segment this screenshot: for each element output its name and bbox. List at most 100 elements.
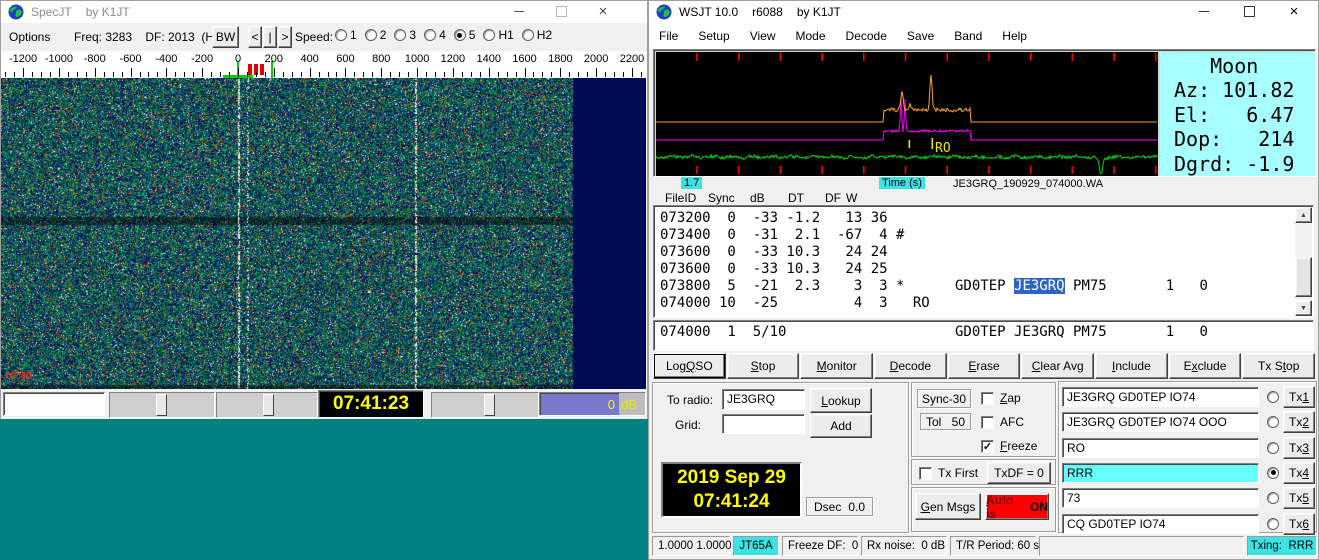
slider-handle[interactable] [263, 394, 274, 416]
menu-view[interactable]: View [740, 23, 786, 49]
decode-text-area[interactable]: 073200 0 -33 -1.2 13 36073400 0 -31 2.1 … [653, 205, 1314, 318]
erase-button[interactable]: Erase [948, 353, 1021, 379]
scroll-right-button[interactable]: > [278, 26, 292, 48]
speed-radio-H2[interactable]: H2 [522, 28, 552, 42]
close-icon[interactable]: × [588, 1, 618, 22]
scroll-up-icon[interactable]: ▲ [1295, 207, 1312, 223]
menu-band[interactable]: Band [944, 23, 992, 49]
clear-avg-button[interactable]: Clear Avg [1021, 353, 1094, 379]
radio-icon[interactable] [394, 29, 406, 41]
exclude-button[interactable]: Exclude [1169, 353, 1242, 379]
tx4-button[interactable]: Tx4 [1283, 462, 1315, 484]
scroll-center-button[interactable]: | [263, 26, 277, 48]
tx-select-radio-5[interactable] [1267, 492, 1279, 504]
add-button[interactable]: Add [810, 414, 872, 438]
tx-message-field-2[interactable]: JE3GRQ GD0TEP IO74 OOO [1062, 412, 1259, 432]
to-radio-input[interactable]: JE3GRQ [722, 389, 805, 410]
decode-line[interactable]: 073600 0 -33 10.3 24 25 [660, 261, 1313, 278]
close-icon[interactable]: × [1279, 1, 1309, 22]
stop-button[interactable]: Stop [727, 353, 800, 379]
decode-line[interactable]: 073800 5 -21 2.3 3 3 * GD0TEP JE3GRQ PM7… [660, 278, 1313, 295]
zap-checkbox-box[interactable] [981, 392, 994, 405]
menu-file[interactable]: File [649, 23, 688, 49]
decode-line[interactable]: 073200 0 -33 -1.2 13 36 [660, 210, 1313, 227]
speed-radio-2[interactable]: 2 [365, 28, 387, 42]
slider-handle[interactable] [484, 394, 495, 416]
radio-icon[interactable] [424, 29, 436, 41]
tx-message-field-3[interactable]: RO [1062, 438, 1259, 458]
decode-line[interactable]: 074000 10 -25 4 3 RO [660, 295, 1313, 312]
maximize-icon[interactable] [546, 1, 576, 22]
tx3-button[interactable]: Tx3 [1283, 437, 1315, 459]
scroll-down-icon[interactable]: ▼ [1295, 300, 1312, 316]
tol-box[interactable]: Tol 50 [920, 413, 971, 430]
minimize-icon[interactable] [1189, 1, 1219, 22]
radio-icon[interactable] [454, 29, 466, 41]
radio-icon[interactable] [483, 29, 495, 41]
gen-msgs-button[interactable]: Gen Msgs [915, 493, 981, 520]
tx6-button[interactable]: Tx6 [1283, 513, 1315, 535]
tx-first-checkbox[interactable]: Tx First [919, 466, 978, 480]
log-qso-button[interactable]: Log QSO [653, 353, 726, 379]
speed-radio-5[interactable]: 5 [454, 28, 476, 42]
ruler-tick [542, 72, 543, 77]
decode-line[interactable]: 073400 0 -31 2.1 -67 4 # [660, 227, 1313, 244]
speed-radio-1[interactable]: 1 [335, 28, 357, 42]
speed-radio-4[interactable]: 4 [424, 28, 446, 42]
tx5-button[interactable]: Tx5 [1283, 487, 1315, 509]
selected-callsign[interactable]: JE3GRQ [1014, 278, 1065, 294]
afc-checkbox[interactable]: AFC [981, 415, 1024, 429]
decode-line[interactable]: 073600 0 -33 10.3 24 24 [660, 244, 1313, 261]
tx-select-radio-1[interactable] [1267, 391, 1279, 403]
speed-radio-H1[interactable]: H1 [483, 28, 513, 42]
tx-first-checkbox-box[interactable] [919, 467, 932, 480]
tx-stop-button[interactable]: Tx Stop [1242, 353, 1315, 379]
radio-icon[interactable] [365, 29, 377, 41]
menu-decode[interactable]: Decode [836, 23, 897, 49]
include-button[interactable]: Include [1095, 353, 1168, 379]
zero-slider[interactable] [216, 392, 318, 418]
txdf-button[interactable]: TxDF = 0 [987, 462, 1051, 484]
menu-help[interactable]: Help [992, 23, 1037, 49]
tx-message-field-4[interactable]: RRR [1062, 463, 1259, 483]
decode-scrollbar[interactable]: ▲ ▼ [1295, 207, 1312, 316]
scroll-left-button[interactable]: < [248, 26, 262, 48]
menu-mode[interactable]: Mode [786, 23, 836, 49]
options-menu[interactable]: Options [9, 30, 50, 44]
brightness-slider[interactable] [431, 392, 539, 418]
sync-box[interactable]: Sync -30 [917, 389, 971, 408]
tx-select-radio-3[interactable] [1267, 442, 1279, 454]
minimize-icon[interactable] [504, 1, 534, 22]
waterfall-display[interactable] [1, 78, 646, 389]
radio-icon[interactable] [522, 29, 534, 41]
average-text-area[interactable]: 074000 1 5/10 GD0TEP JE3GRQ PM75 1 0 [653, 320, 1314, 351]
freeze-checkbox-box[interactable]: ✓ [981, 440, 994, 453]
tx2-button[interactable]: Tx2 [1283, 411, 1315, 433]
tx-message-field-5[interactable]: 73 [1062, 488, 1259, 508]
tx-select-radio-6[interactable] [1267, 518, 1279, 530]
tx-message-field-1[interactable]: JE3GRQ GD0TEP IO74 [1062, 387, 1259, 407]
bw-button[interactable]: BW [212, 26, 239, 48]
freeze-checkbox[interactable]: ✓Freeze [981, 439, 1037, 453]
lookup-button[interactable]: Lookup [810, 388, 872, 413]
grid-input[interactable] [722, 414, 805, 434]
monitor-button[interactable]: Monitor [800, 353, 873, 379]
afc-checkbox-box[interactable] [981, 416, 994, 429]
slider-handle[interactable] [156, 394, 167, 416]
decode-header-w: W [846, 191, 857, 205]
ruler-tick [560, 68, 561, 77]
scrollbar-thumb[interactable] [1295, 257, 1312, 297]
gain-slider[interactable] [109, 392, 215, 418]
maximize-icon[interactable] [1234, 1, 1264, 22]
radio-icon[interactable] [335, 29, 347, 41]
tx-message-field-6[interactable]: CQ GD0TEP IO74 [1062, 514, 1259, 534]
tx-select-radio-4[interactable] [1267, 467, 1279, 479]
decode-button[interactable]: Decode [874, 353, 947, 379]
auto-button[interactable]: Auto is ON [985, 493, 1049, 520]
menu-save[interactable]: Save [897, 23, 944, 49]
zap-checkbox[interactable]: Zap [981, 391, 1021, 405]
menu-setup[interactable]: Setup [688, 23, 739, 49]
tx-select-radio-2[interactable] [1267, 416, 1279, 428]
tx1-button[interactable]: Tx1 [1283, 386, 1315, 408]
speed-radio-3[interactable]: 3 [394, 28, 416, 42]
